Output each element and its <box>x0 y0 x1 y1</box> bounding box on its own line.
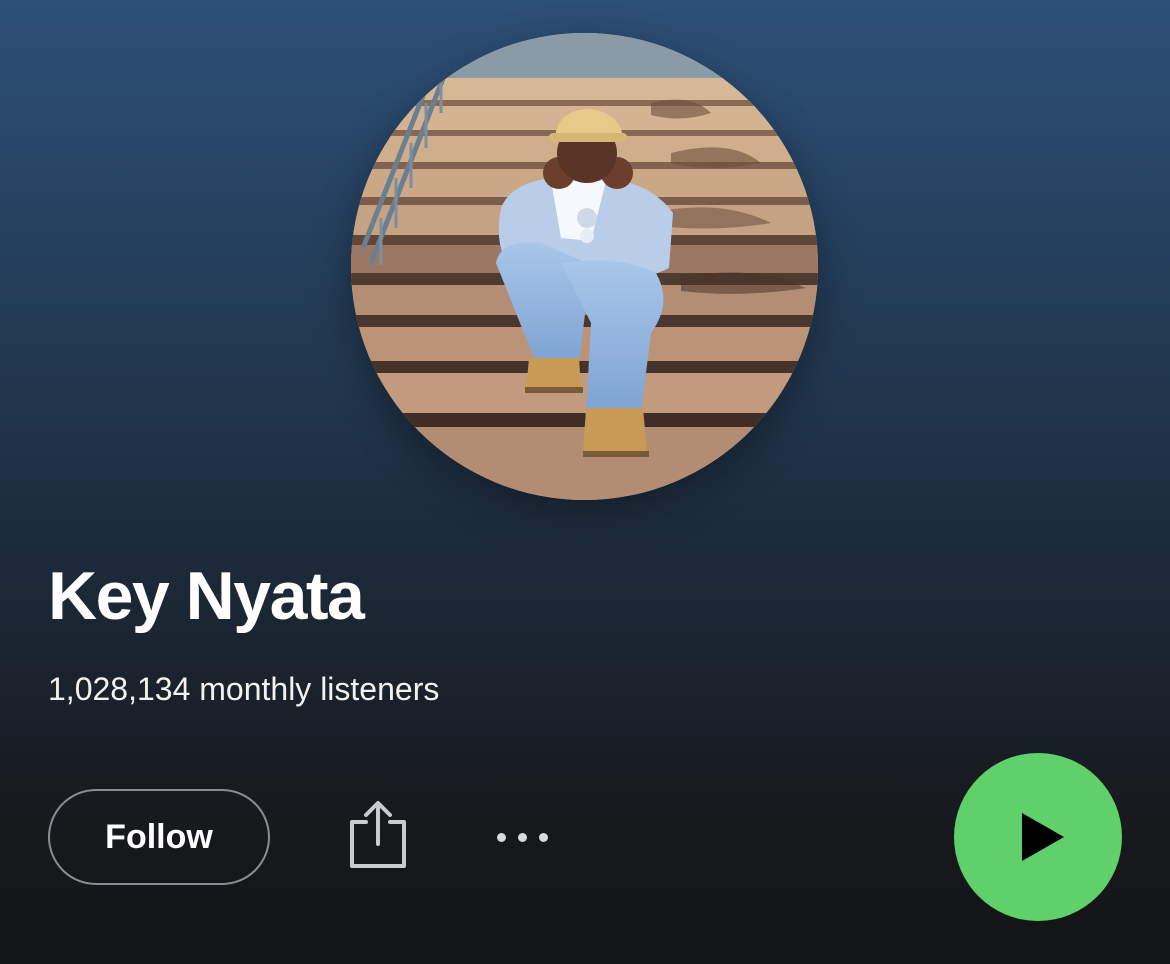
share-button[interactable] <box>340 796 416 876</box>
artist-avatar <box>351 33 818 500</box>
artist-header: Key Nyata 1,028,134 monthly listeners Fo… <box>0 0 1170 964</box>
follow-button[interactable]: Follow <box>48 789 270 885</box>
more-options-icon <box>496 832 506 842</box>
more-options-dot <box>538 832 548 842</box>
artist-name: Key Nyata <box>48 558 365 634</box>
share-icon <box>350 801 406 868</box>
monthly-listeners: 1,028,134 monthly listeners <box>48 671 440 707</box>
follow-button-label: Follow <box>105 817 213 856</box>
play-button[interactable] <box>954 753 1122 921</box>
more-options-dot <box>517 832 527 842</box>
more-options-button[interactable] <box>486 815 558 859</box>
play-icon <box>1022 813 1064 861</box>
